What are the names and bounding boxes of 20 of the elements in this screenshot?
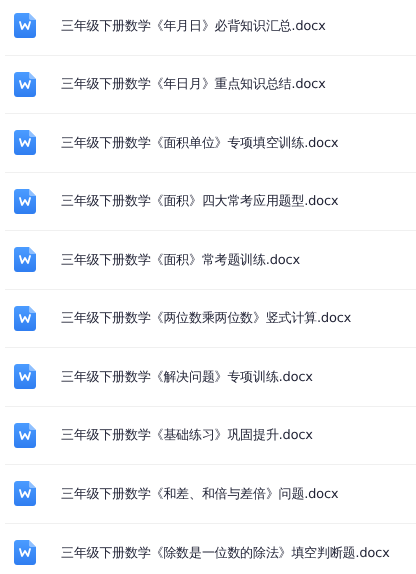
document-icon bbox=[14, 481, 36, 506]
file-name[interactable]: 三年级下册数学《和差、和倍与差倍》问题.docx bbox=[61, 484, 338, 503]
document-icon bbox=[14, 306, 36, 331]
document-icon bbox=[14, 188, 36, 214]
file-name[interactable]: 三年级下册数学《年日月》重点知识总结.docx bbox=[61, 75, 326, 94]
document-icon bbox=[14, 422, 36, 448]
document-icon bbox=[14, 364, 36, 390]
document-icon bbox=[14, 72, 36, 97]
file-name[interactable]: 三年级下册数学《面积》四大常考应用题型.docx bbox=[61, 192, 338, 210]
file-name[interactable]: 三年级下册数学《两位数乘两位数》竖式计算.docx bbox=[61, 309, 352, 328]
document-icon bbox=[14, 540, 36, 566]
file-name[interactable]: 三年级下册数学《面积单位》专项填空训练.docx bbox=[61, 134, 338, 152]
file-name[interactable]: 三年级下册数学《面积》常考题训练.docx bbox=[61, 250, 300, 269]
file-name[interactable]: 三年级下册数学《年月日》必背知识汇总.docx bbox=[61, 16, 326, 35]
document-icon bbox=[14, 247, 36, 272]
file-name[interactable]: 三年级下册数学《基础练习》巩固提升.docx bbox=[61, 426, 313, 444]
document-icon bbox=[14, 130, 36, 156]
file-name[interactable]: 三年级下册数学《除数是一位数的除法》填空判断题.docx bbox=[61, 544, 390, 562]
document-icon bbox=[14, 13, 36, 38]
file-name[interactable]: 三年级下册数学《解决问题》专项训练.docx bbox=[61, 368, 313, 386]
